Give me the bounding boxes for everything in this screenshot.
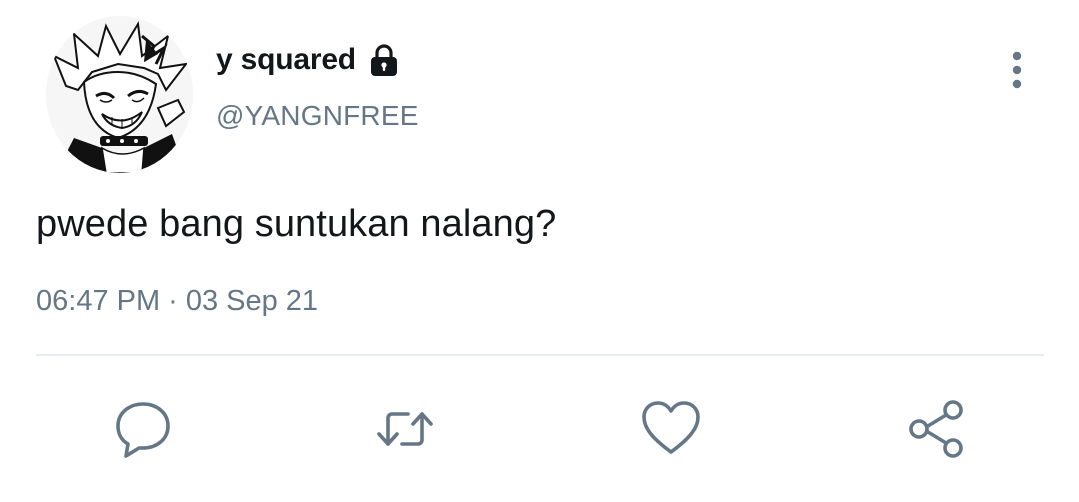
like-button[interactable] — [640, 398, 702, 460]
reply-icon — [116, 402, 170, 458]
tweet-date: 03 Sep 21 — [185, 285, 319, 317]
author-name-row: y squared — [216, 40, 402, 80]
handle[interactable]: @YANGNFREE — [216, 100, 419, 132]
tweet-time: 06:47 PM — [36, 285, 161, 317]
tweet-text: pwede bang suntukan nalang? — [36, 203, 557, 245]
avatar[interactable] — [46, 16, 193, 173]
avatar-illustration — [46, 16, 193, 173]
lock-icon — [366, 42, 402, 78]
heart-icon — [642, 401, 700, 454]
retweet-button[interactable] — [374, 398, 436, 460]
share-icon — [909, 400, 963, 458]
reply-button[interactable] — [112, 398, 174, 460]
share-button[interactable] — [906, 398, 968, 460]
divider — [36, 354, 1044, 356]
display-name[interactable]: y squared — [216, 43, 356, 77]
more-vertical-icon[interactable] — [1002, 48, 1032, 92]
timestamp-separator: · — [168, 285, 178, 317]
retweet-icon — [377, 412, 433, 446]
timestamp: 06:47 PM · 03 Sep 21 — [36, 285, 318, 318]
